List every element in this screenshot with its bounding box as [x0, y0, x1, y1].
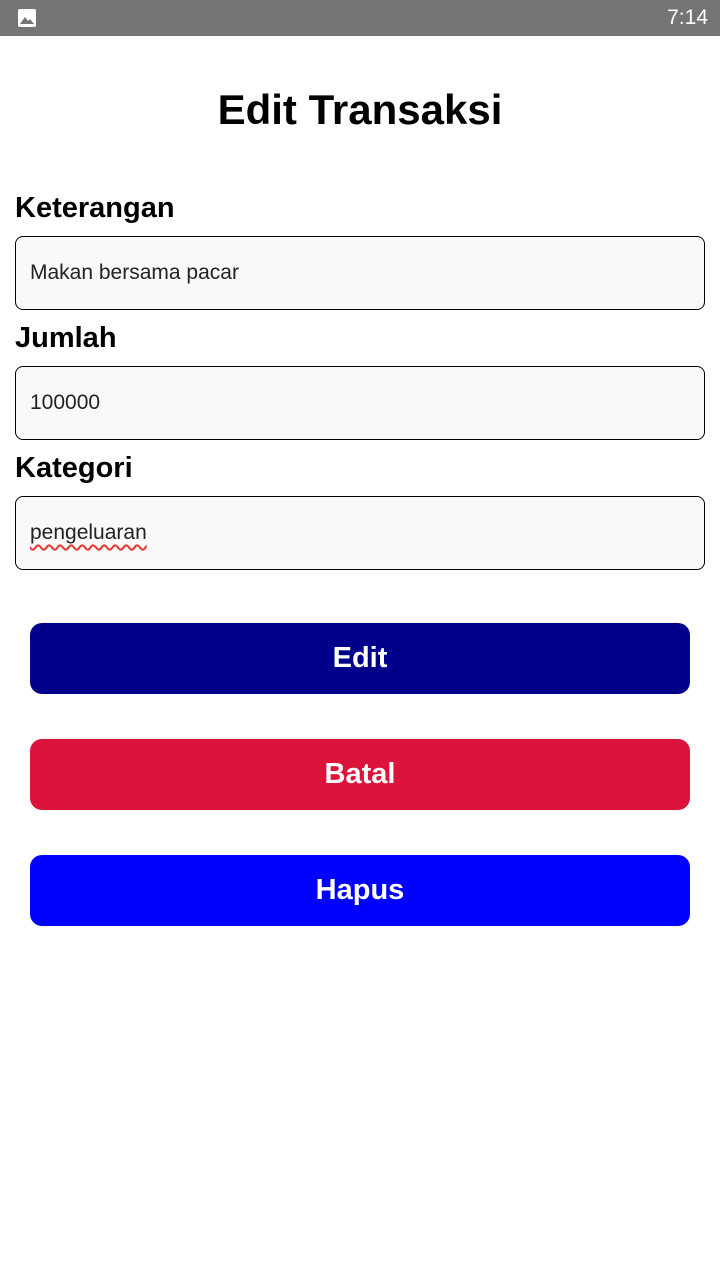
- jumlah-value: 100000: [30, 391, 101, 414]
- keterangan-label: Keterangan: [15, 192, 175, 224]
- keterangan-value: Makan bersama pacar: [30, 261, 239, 284]
- kategori-label: Kategori: [15, 452, 133, 484]
- hapus-button[interactable]: Hapus: [30, 855, 690, 926]
- edit-button[interactable]: Edit: [30, 623, 690, 694]
- jumlah-input[interactable]: 100000: [15, 366, 705, 440]
- page-title: Edit Transaksi: [217, 86, 503, 133]
- status-bar: 7:14: [0, 0, 720, 36]
- kategori-input[interactable]: pengeluaran: [15, 496, 705, 570]
- keterangan-input[interactable]: Makan bersama pacar: [15, 236, 705, 310]
- status-time: 7:14: [667, 6, 708, 29]
- batal-button[interactable]: Batal: [30, 739, 690, 810]
- kategori-value: pengeluaran: [30, 521, 147, 544]
- jumlah-label: Jumlah: [15, 322, 117, 354]
- image-icon: [16, 7, 38, 29]
